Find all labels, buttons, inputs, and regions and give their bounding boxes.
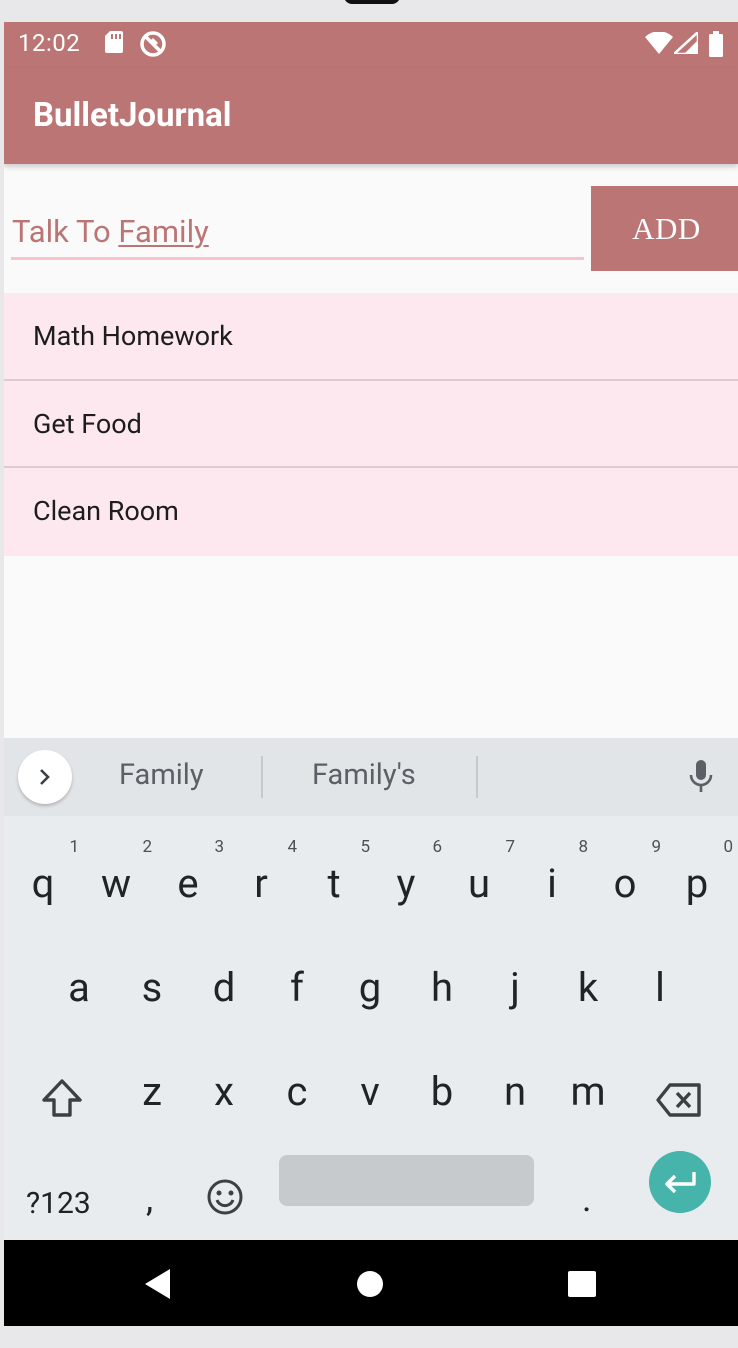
key-b[interactable]: b xyxy=(412,1068,472,1115)
key-hint: 2 xyxy=(142,837,152,857)
list-item-label: Clean Room xyxy=(33,495,179,527)
key-hint: 9 xyxy=(651,837,661,857)
key-n[interactable]: n xyxy=(485,1068,545,1115)
key-label: y xyxy=(396,860,416,907)
list-item-label: Math Homework xyxy=(33,320,233,352)
key-label: t xyxy=(327,860,341,907)
key-j[interactable]: j xyxy=(485,964,545,1011)
navigation-bar xyxy=(4,1240,738,1326)
emoji-icon xyxy=(207,1179,243,1215)
emoji-key[interactable] xyxy=(206,1178,244,1220)
task-input-field[interactable]: Talk To Family xyxy=(11,208,584,260)
suggestion-divider xyxy=(476,756,478,798)
key-l[interactable]: l xyxy=(630,964,690,1011)
status-bar: 12:02 xyxy=(4,22,738,68)
chevron-right-icon xyxy=(40,769,50,785)
key-c[interactable]: c xyxy=(267,1068,327,1115)
list-item-label: Get Food xyxy=(33,407,142,440)
shift-icon xyxy=(42,1079,82,1117)
symbols-key[interactable]: ?123 xyxy=(26,1186,91,1221)
key-hint: 1 xyxy=(69,837,79,857)
key-t[interactable]: t5 xyxy=(304,837,370,907)
key-a[interactable]: a xyxy=(49,964,109,1011)
key-e[interactable]: e3 xyxy=(158,837,224,907)
key-hint: 0 xyxy=(723,837,733,857)
suggestion-1[interactable]: Family xyxy=(119,758,204,792)
task-input-text: Talk To xyxy=(12,213,119,250)
key-z[interactable]: z xyxy=(122,1068,182,1115)
key-hint: 7 xyxy=(505,837,515,857)
key-s[interactable]: s xyxy=(122,964,182,1011)
key-r[interactable]: r4 xyxy=(231,837,297,907)
home-icon[interactable] xyxy=(357,1271,383,1301)
suggestion-2[interactable]: Family's xyxy=(312,758,416,792)
recents-icon[interactable] xyxy=(568,1271,596,1301)
key-d[interactable]: d xyxy=(194,964,254,1011)
add-button[interactable]: ADD xyxy=(591,186,738,271)
microphone-icon[interactable] xyxy=(688,760,714,798)
period-key[interactable]: . xyxy=(582,1178,592,1220)
backspace-icon xyxy=(656,1083,701,1117)
key-x[interactable]: x xyxy=(194,1068,254,1115)
key-i[interactable]: i8 xyxy=(522,837,588,907)
task-list: Math Homework Get Food Clean Room xyxy=(4,293,738,556)
key-label: e xyxy=(177,860,199,907)
key-label: w xyxy=(100,860,132,907)
key-f[interactable]: f xyxy=(267,964,327,1011)
camera-notch xyxy=(344,0,400,4)
key-hint: 3 xyxy=(214,837,224,857)
key-label: o xyxy=(613,860,637,907)
wifi-icon xyxy=(645,31,673,58)
comma-key[interactable]: , xyxy=(146,1178,153,1220)
task-input[interactable]: Talk To Family xyxy=(11,208,584,256)
sync-disabled-icon xyxy=(139,30,167,62)
list-item[interactable]: Clean Room xyxy=(4,468,738,556)
key-g[interactable]: g xyxy=(340,964,400,1011)
key-hint: 6 xyxy=(432,837,442,857)
key-h[interactable]: h xyxy=(412,964,472,1011)
sd-card-icon xyxy=(104,30,124,58)
task-input-composing-text: Family xyxy=(118,213,209,250)
key-hint: 5 xyxy=(360,837,370,857)
list-item[interactable]: Get Food xyxy=(4,380,738,468)
key-label: r xyxy=(254,860,268,907)
status-time: 12:02 xyxy=(18,29,81,57)
key-q[interactable]: q1 xyxy=(13,837,79,907)
key-y[interactable]: y6 xyxy=(376,837,442,907)
key-label: i xyxy=(547,860,557,907)
key-label: u xyxy=(467,860,491,907)
key-u[interactable]: u7 xyxy=(449,837,515,907)
phone-screen: 12:02 BulletJournal Talk To Family ADD M… xyxy=(4,22,738,1326)
back-icon[interactable] xyxy=(145,1269,171,1303)
key-v[interactable]: v xyxy=(340,1068,400,1115)
shift-key[interactable] xyxy=(40,1078,84,1122)
key-p[interactable]: p0 xyxy=(667,837,733,907)
suggestion-divider xyxy=(261,756,263,798)
app-bar: BulletJournal xyxy=(4,68,738,164)
soft-keyboard: Family Family's q1 w2 e3 r4 t5 y6 u7 i8 … xyxy=(4,738,738,1240)
key-hint: 4 xyxy=(287,837,297,857)
key-k[interactable]: k xyxy=(558,964,618,1011)
backspace-key[interactable] xyxy=(655,1082,703,1122)
key-label: q xyxy=(31,860,55,907)
key-label: p xyxy=(685,860,709,907)
key-o[interactable]: o9 xyxy=(595,837,661,907)
battery-icon xyxy=(708,31,724,61)
enter-icon xyxy=(665,1172,696,1194)
list-item[interactable]: Math Homework xyxy=(4,293,738,381)
expand-toolbar-button[interactable] xyxy=(18,750,72,804)
key-m[interactable]: m xyxy=(558,1068,618,1115)
key-hint: 8 xyxy=(578,837,588,857)
key-w[interactable]: w2 xyxy=(86,837,152,907)
spacebar[interactable] xyxy=(279,1155,534,1206)
enter-key[interactable] xyxy=(649,1151,711,1213)
signal-icon xyxy=(670,29,700,58)
app-title: BulletJournal xyxy=(33,96,232,135)
suggestion-strip: Family Family's xyxy=(4,738,738,816)
